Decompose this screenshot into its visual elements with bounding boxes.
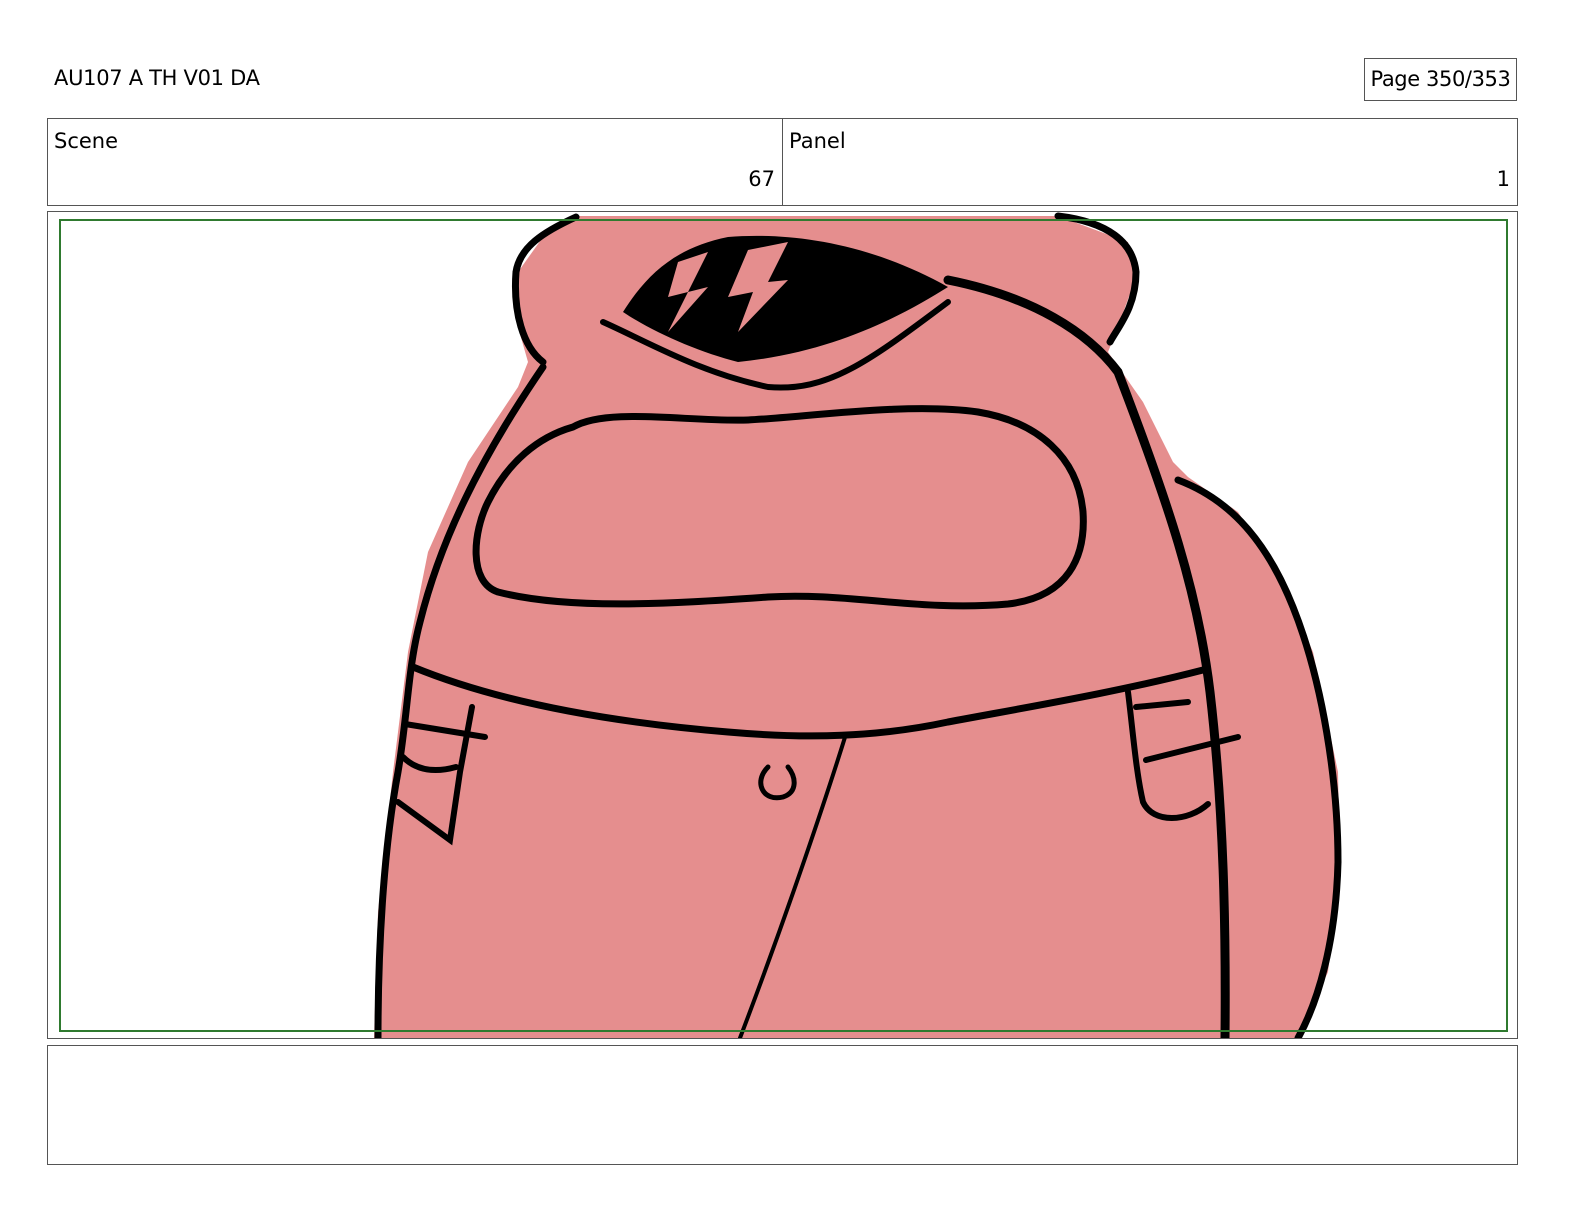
character-drawing	[374, 212, 1342, 1038]
storyboard-panel	[47, 211, 1518, 1039]
project-title: AU107 A TH V01 DA	[54, 66, 260, 90]
scene-panel-info: Scene 67 Panel 1	[47, 118, 1518, 206]
scene-label: Scene	[54, 129, 119, 153]
scene-number: 67	[748, 167, 775, 191]
panel-notes	[47, 1045, 1518, 1165]
page-indicator: Page 350/353	[1364, 58, 1517, 101]
scene-cell: Scene 67	[48, 119, 782, 205]
panel-cell: Panel 1	[782, 119, 1517, 205]
panel-label: Panel	[789, 129, 846, 153]
panel-number: 1	[1496, 167, 1510, 191]
